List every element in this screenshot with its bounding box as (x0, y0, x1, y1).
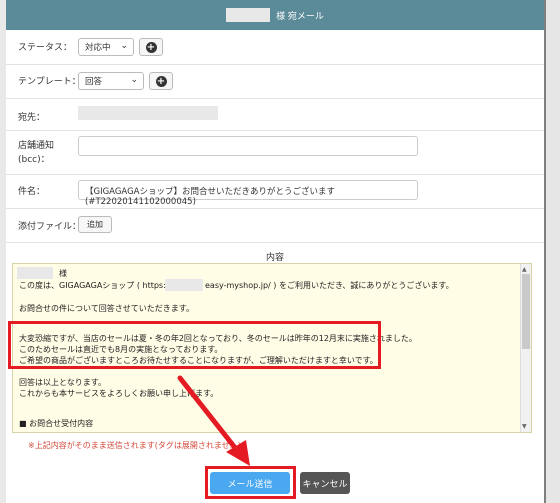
annotation-arrow-icon (177, 375, 250, 466)
